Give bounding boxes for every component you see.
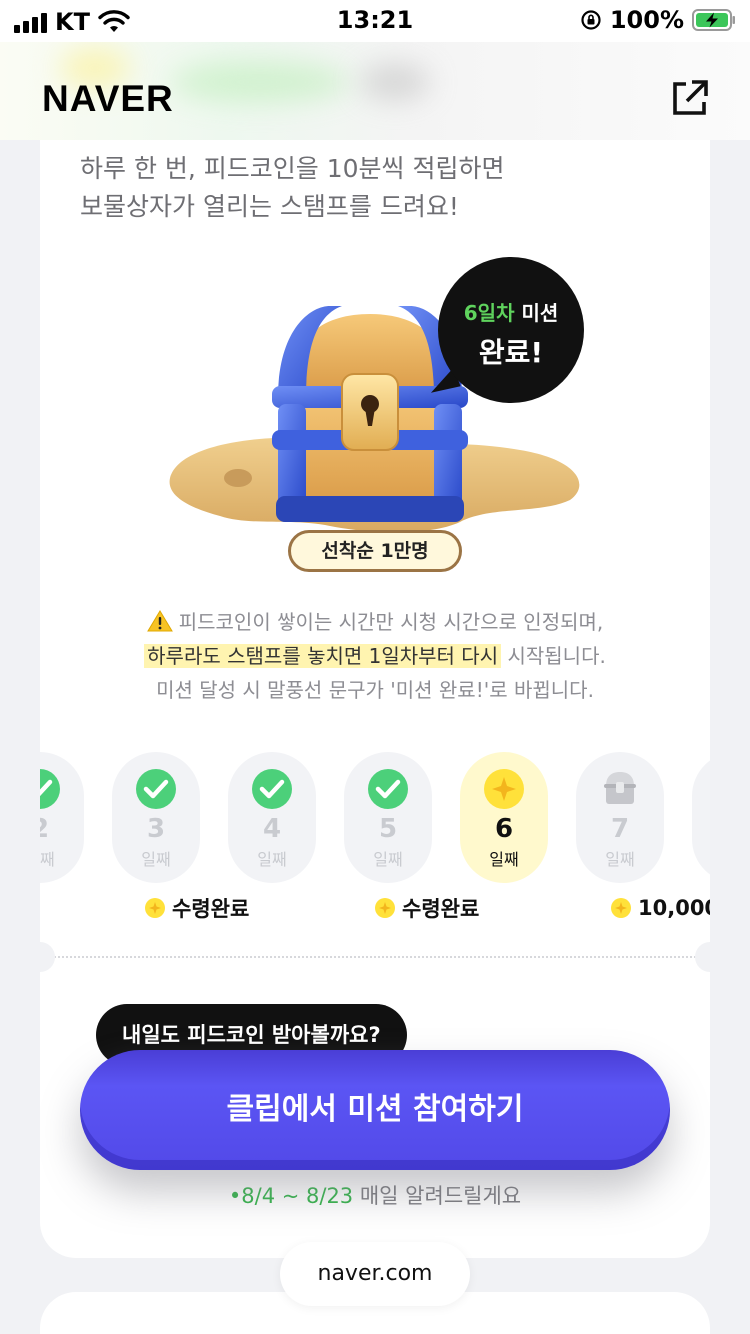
check-icon: [136, 769, 176, 809]
bubble-status: 완료!: [478, 336, 544, 369]
notice-line-3: 미션 달성 시 말풍선 문구가 '미션 완료!'로 바뀝니다.: [156, 678, 594, 702]
stamp-day-number: 6: [494, 814, 514, 844]
first-come-prefix: 선착순: [321, 540, 374, 562]
bubble-day: 6일차: [463, 301, 515, 325]
stamp-row[interactable]: 2 일째 3 일째 4 일째 5 일째 6 일째: [40, 752, 710, 932]
share-external-icon[interactable]: [670, 78, 710, 118]
schedule-label: 매일 알려드릴게요: [359, 1184, 522, 1208]
battery-charging-icon: [692, 9, 735, 31]
stamp-day-unit: 일째: [257, 850, 287, 869]
event-card: 하루 한 번, 피드코인을 10분씩 적립하면 보물상자가 열리는 스탬프를 드…: [40, 140, 710, 1258]
naver-logo[interactable]: NAVER: [42, 78, 174, 120]
notice-text: 피드코인이 쌓이는 시간만 시청 시간으로 인정되며, 하루라도 스탬프를 놓치…: [40, 605, 710, 707]
stamp-day-4: 4 일째: [228, 752, 316, 883]
check-icon: [40, 769, 60, 809]
reward-day-5: 수령완료: [374, 893, 479, 923]
battery-percent: 100%: [609, 6, 684, 34]
schedule-dates: •8/4 ~ 8/23: [228, 1184, 354, 1208]
reward-day-3: 수령완료: [144, 893, 249, 923]
stamp-day-unit: 일째: [489, 850, 519, 869]
coin-icon: [484, 769, 524, 809]
stamp-day-unit: 일째: [40, 850, 55, 869]
schedule-text: •8/4 ~ 8/23 매일 알려드릴게요: [40, 1180, 710, 1210]
check-icon: [368, 769, 408, 809]
bubble-mission-label: 미션: [521, 301, 559, 325]
stamp-day-unit: 일째: [373, 850, 403, 869]
reward-day-7: 10,000: [610, 893, 710, 923]
stamp-day-next: [692, 752, 710, 883]
notice-line-2: 시작됩니다.: [507, 644, 606, 668]
stamp-day-number: 3: [146, 814, 166, 844]
ticket-notch-right: [695, 942, 710, 972]
stamp-day-number: 5: [378, 814, 398, 844]
notice-line-1: 피드코인이 쌓이는 시간만 시청 시간으로 인정되며,: [178, 610, 604, 634]
coin-icon: [145, 898, 165, 918]
stamp-day-number: 4: [262, 814, 282, 844]
stamp-day-5: 5 일째: [344, 752, 432, 883]
warning-icon: [146, 610, 173, 632]
stamp-day-unit: 일째: [141, 850, 171, 869]
stamp-day-7: 7 일째: [576, 752, 664, 883]
stamp-day-6: 6 일째: [460, 752, 548, 883]
join-mission-button[interactable]: 클립에서 미션 참여하기: [80, 1050, 670, 1170]
stamp-day-3: 3 일째: [112, 752, 200, 883]
ticket-notch-left: [40, 942, 55, 972]
coin-icon: [375, 898, 395, 918]
coin-icon: [611, 898, 631, 918]
stamp-day-number: 2: [40, 814, 84, 844]
orientation-lock-icon: [581, 10, 601, 30]
dotted-divider: [50, 956, 700, 958]
intro-text: 하루 한 번, 피드코인을 10분씩 적립하면 보물상자가 열리는 스탬프를 드…: [80, 154, 505, 221]
reward-label: 수령완료: [402, 897, 480, 921]
naver-header: NAVER: [0, 42, 750, 140]
status-bar: KT 13:21 100%: [0, 0, 750, 42]
stamp-day-unit: 일째: [605, 850, 635, 869]
stamp-day-2: 2 일째: [40, 752, 84, 883]
notice-highlight: 하루라도 스탬프를 놓치면 1일차부터 다시: [144, 644, 502, 668]
reward-label: 10,000: [638, 896, 710, 920]
mission-status-bubble: 6일차 미션 완료!: [438, 257, 584, 403]
first-come-badge: 선착순 1만명: [288, 530, 462, 572]
treasure-chest-icon: [604, 772, 636, 804]
reward-label: 수령완료: [172, 897, 250, 921]
first-come-count: 1만명: [380, 540, 429, 562]
check-icon: [252, 769, 292, 809]
stamp-day-number: 7: [610, 814, 630, 844]
url-bar[interactable]: naver.com: [280, 1242, 470, 1306]
